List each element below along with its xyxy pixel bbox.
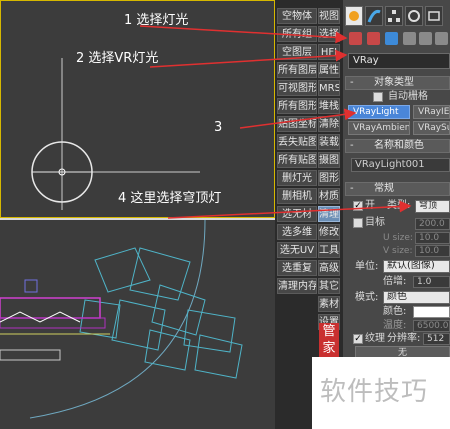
sun-icon <box>349 11 359 21</box>
vraylight-button[interactable]: VRayLight <box>348 105 410 119</box>
multiplier-label: 倍增: <box>383 276 407 287</box>
multiplier-field[interactable]: 1.0 <box>413 276 450 288</box>
annotation-step2: 2 选择VR灯光 <box>76 51 159 66</box>
annotation-step1: 1 选择灯光 <box>124 13 189 28</box>
util-button[interactable]: 所有贴图 <box>277 152 317 168</box>
util-button[interactable]: 丢失贴图 <box>277 134 317 150</box>
scene-building <box>0 279 110 361</box>
util-button[interactable]: 清理 <box>318 206 340 222</box>
util-button[interactable]: 堆栈 <box>318 98 340 114</box>
light-type-dropdown[interactable]: 穹顶 <box>415 200 450 213</box>
resolution-field[interactable]: 512 <box>423 333 450 345</box>
command-tabs <box>343 6 450 28</box>
units-label: 单位: <box>355 261 379 272</box>
util-button[interactable]: 视图 <box>318 8 340 24</box>
units-dropdown[interactable]: 默认(图像) <box>383 260 450 273</box>
util-button[interactable]: 修改 <box>318 224 340 240</box>
temperature-field[interactable]: 6500.0 <box>413 320 450 332</box>
shapes-icon[interactable] <box>367 32 380 45</box>
tab-motion[interactable] <box>405 6 423 26</box>
create-subcategory-icons <box>343 32 450 48</box>
helpers-icon[interactable] <box>419 32 432 45</box>
util-button[interactable]: 贴图坐标 <box>277 116 317 132</box>
annotation-step3: 3 <box>214 120 223 135</box>
util-button[interactable]: 工具 <box>318 242 340 258</box>
util-button[interactable]: 所有图形 <box>277 98 317 114</box>
modify-arc-icon <box>367 10 381 23</box>
utility-buttons-right: 视图 选择 HFI 属性 MRS 堆栈 清除 装载 摄图 图形 材质 清理 修改… <box>318 8 340 332</box>
lights-icon[interactable] <box>385 32 398 45</box>
tab-create[interactable] <box>345 6 363 26</box>
util-button[interactable]: 删灯光 <box>277 170 317 186</box>
util-button[interactable]: 所有图层 <box>277 62 317 78</box>
annotation-step4: 4 这里选择穹顶灯 <box>118 191 222 206</box>
util-button[interactable]: 材质 <box>318 188 340 204</box>
util-button[interactable]: 装载 <box>318 134 340 150</box>
color-swatch[interactable] <box>413 306 450 318</box>
usize-label: U size: <box>383 233 413 243</box>
util-button[interactable]: 素材 <box>318 296 340 312</box>
target-label: 目标 <box>365 217 385 228</box>
object-name-field[interactable]: VRayLight001 <box>351 158 450 172</box>
temperature-label: 温度: <box>383 320 407 331</box>
util-button[interactable]: 清除 <box>318 116 340 132</box>
util-button[interactable]: 所有组 <box>277 26 317 42</box>
guanjia-badge[interactable]: 管家 <box>319 323 339 359</box>
target-checkbox[interactable] <box>353 218 363 228</box>
type-label: 类型: <box>387 200 411 211</box>
cameras-icon[interactable] <box>403 32 416 45</box>
tab-display[interactable] <box>425 6 443 26</box>
util-button[interactable]: 选多维 <box>277 224 317 240</box>
texture-label: 纹理 <box>365 333 385 344</box>
autogrid-label: 自动栅格 <box>388 91 428 102</box>
util-button[interactable]: 其它 <box>318 278 340 294</box>
tab-modify[interactable] <box>365 6 383 26</box>
util-button[interactable]: 空图层 <box>277 44 317 60</box>
vsize-field[interactable]: 10.0 <box>415 245 450 257</box>
vraysun-button[interactable]: VRaySun <box>413 121 450 135</box>
usize-field[interactable]: 10.0 <box>415 232 450 244</box>
target-distance-field[interactable]: 200.0 <box>415 218 450 230</box>
general-rollout[interactable]: - 常规 <box>345 182 450 196</box>
util-button[interactable]: 属性 <box>318 62 340 78</box>
util-button[interactable]: MRS <box>318 80 340 96</box>
object-type-rollout[interactable]: - 对象类型 <box>345 76 450 90</box>
util-button[interactable]: 选无UV <box>277 242 317 258</box>
spacewarps-icon[interactable] <box>435 32 448 45</box>
on-label: 开 <box>365 200 375 211</box>
util-button[interactable]: 摄图 <box>318 152 340 168</box>
category-dropdown[interactable]: VRay <box>348 53 450 69</box>
vsize-label: V size: <box>383 246 413 256</box>
util-button[interactable]: 空物体 <box>277 8 317 24</box>
autogrid-checkbox[interactable] <box>373 92 383 102</box>
mode-label: 模式: <box>355 292 379 303</box>
color-label: 颜色: <box>383 306 407 317</box>
on-checkbox[interactable]: ✓ <box>353 201 363 211</box>
util-button[interactable]: 选无材 <box>277 206 317 222</box>
geometry-icon[interactable] <box>349 32 362 45</box>
scene-boxes <box>79 247 243 379</box>
vrayies-button[interactable]: VRayIES <box>413 105 450 119</box>
util-button[interactable]: 选重复 <box>277 260 317 276</box>
util-button[interactable]: 选择 <box>318 26 340 42</box>
utility-buttons-left: 空物体 所有组 空图层 所有图层 可视图形 所有图形 贴图坐标 丢失贴图 所有贴… <box>277 8 317 296</box>
display-icon <box>428 11 440 21</box>
util-button[interactable]: 图形 <box>318 170 340 186</box>
util-button[interactable]: 删相机 <box>277 188 317 204</box>
resolution-label: 分辨率: <box>387 333 421 344</box>
texture-checkbox[interactable]: ✓ <box>353 334 363 344</box>
grid-arc <box>29 219 206 419</box>
watermark: 软件技巧 <box>312 357 450 429</box>
util-button[interactable]: 高级 <box>318 260 340 276</box>
mode-dropdown[interactable]: 颜色 <box>383 291 450 304</box>
util-button[interactable]: HFI <box>318 44 340 60</box>
util-button[interactable]: 可视图形 <box>277 80 317 96</box>
name-color-rollout[interactable]: - 名称和颜色 <box>345 139 450 153</box>
tab-hierarchy[interactable] <box>385 6 403 26</box>
vrayambientlight-button[interactable]: VRayAmbientLight <box>348 121 410 135</box>
util-button[interactable]: 清理内存 <box>277 278 317 294</box>
motion-icon <box>408 10 420 22</box>
